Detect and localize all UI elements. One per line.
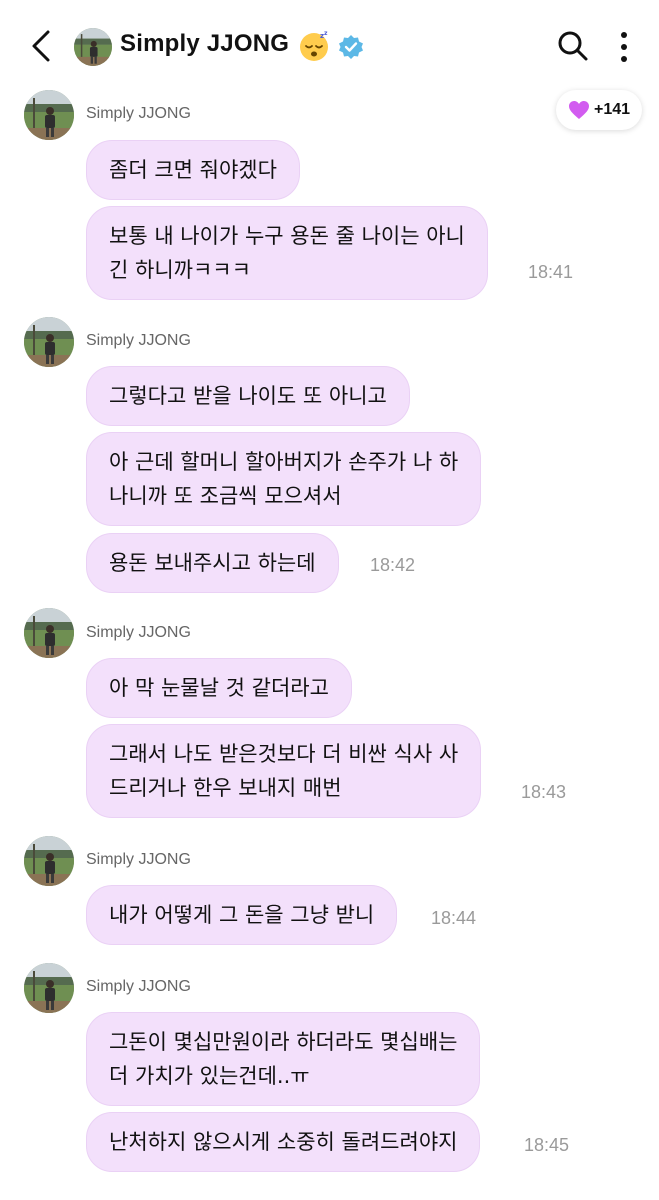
- sender-avatar[interactable]: [24, 836, 74, 886]
- more-options-icon[interactable]: [614, 30, 634, 64]
- sender-avatar[interactable]: [24, 90, 74, 140]
- search-icon[interactable]: [556, 28, 590, 64]
- sender-name: Simply JJONG: [86, 332, 191, 349]
- message-bubble[interactable]: 내가 어떻게 그 돈을 그냥 받니: [86, 885, 398, 945]
- message-timestamp: 18:42: [370, 555, 416, 575]
- message-bubble[interactable]: 아 근데 할머니 할아버지가 손주가 나 하 나니까 또 조금씩 모으셔서: [86, 432, 482, 526]
- message-timestamp: 18:41: [528, 262, 574, 282]
- message-bubble[interactable]: 그렇다고 받을 나이도 또 아니고: [86, 366, 410, 426]
- message-bubble[interactable]: 그돈이 몇십만원이라 하더라도 몇십배는 더 가치가 있는건데..ㅠ: [86, 1012, 481, 1106]
- sender-name: Simply JJONG: [86, 851, 191, 868]
- sender-avatar[interactable]: [24, 317, 74, 367]
- svg-text:z: z: [324, 30, 328, 37]
- message-timestamp: 18:45: [524, 1135, 570, 1155]
- message-timestamp: 18:44: [431, 908, 477, 928]
- sleeping-face-icon: z z: [300, 30, 328, 61]
- sender-name: Simply JJONG: [86, 978, 191, 995]
- message-bubble[interactable]: 좀더 크면 줘야겠다: [86, 140, 300, 200]
- message-bubble[interactable]: 아 막 눈물날 것 같더라고: [86, 658, 352, 718]
- chat-header: Simply JJONG z z: [0, 0, 659, 90]
- message-bubble[interactable]: 용돈 보내주시고 하는데: [86, 533, 339, 593]
- reaction-count-button[interactable]: +141: [556, 90, 642, 130]
- message-bubble[interactable]: 난처하지 않으시게 소중히 돌려드려야지: [86, 1112, 481, 1172]
- header-avatar[interactable]: [74, 28, 112, 66]
- reaction-count: +141: [593, 101, 631, 118]
- verified-badge-icon: [339, 35, 363, 59]
- chat-title[interactable]: Simply JJONG: [120, 30, 289, 58]
- message-bubble[interactable]: 그래서 나도 받은것보다 더 비싼 식사 사 드리거나 한우 보내지 매번: [86, 724, 482, 818]
- sender-name: Simply JJONG: [86, 105, 191, 122]
- heart-icon: [568, 101, 589, 119]
- message-bubble[interactable]: 보통 내 나이가 누구 용돈 줄 나이는 아니 긴 하니까ㅋㅋㅋ: [86, 206, 488, 300]
- sender-name: Simply JJONG: [86, 624, 191, 641]
- message-timestamp: 18:43: [521, 782, 567, 802]
- sender-avatar[interactable]: [24, 608, 74, 658]
- sender-avatar[interactable]: [24, 963, 74, 1013]
- back-arrow-icon[interactable]: [26, 28, 58, 64]
